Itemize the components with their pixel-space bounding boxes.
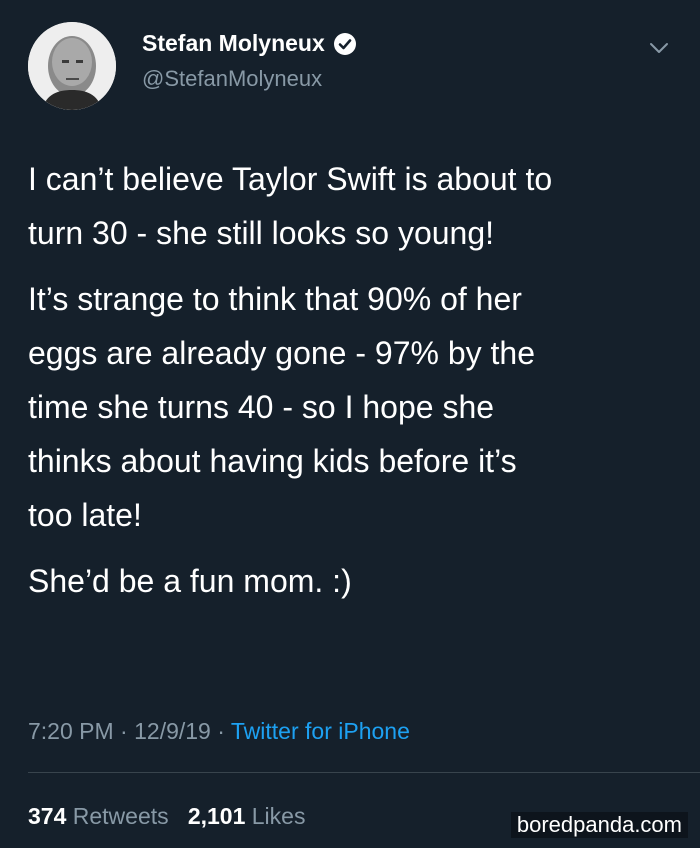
tweet-date[interactable]: 12/9/19 [134, 718, 211, 744]
tweet-time[interactable]: 7:20 PM [28, 718, 114, 744]
meta-separator: · [113, 718, 135, 744]
avatar[interactable] [28, 22, 116, 110]
user-handle[interactable]: @StefanMolyneux [142, 66, 322, 92]
retweets-label: Retweets [72, 803, 169, 829]
tweet-paragraph-1: I can’t believe Taylor Swift is about to… [28, 161, 553, 251]
avatar-image [28, 22, 116, 110]
tweet-stats: 374 Retweets 2,101 Likes [28, 803, 305, 830]
tweet-paragraph-3: She’d be a fun mom. :) [28, 563, 352, 599]
chevron-down-icon[interactable] [648, 40, 670, 56]
tweet-meta: 7:20 PM · 12/9/19 · Twitter for iPhone [28, 718, 410, 745]
likes-stat[interactable]: 2,101 Likes [188, 803, 306, 829]
tweet-source-link[interactable]: Twitter for iPhone [231, 718, 410, 744]
meta-separator: · [210, 718, 231, 744]
retweets-stat[interactable]: 374 Retweets [28, 803, 169, 829]
watermark: boredpanda.com [510, 812, 688, 838]
likes-count: 2,101 [187, 803, 246, 829]
likes-label: Likes [251, 803, 306, 829]
display-name[interactable]: Stefan Molyneux [142, 30, 357, 57]
divider [28, 772, 700, 773]
display-name-text: Stefan Molyneux [142, 30, 325, 56]
tweet-text: I can’t believe Taylor Swift is about to… [28, 152, 668, 620]
tweet: Stefan Molyneux @StefanMolyneux I can’t … [0, 0, 700, 848]
verified-badge-icon [333, 32, 356, 55]
tweet-paragraph-2: It’s strange to think that 90% of her eg… [28, 281, 535, 533]
retweets-count: 374 [28, 803, 67, 829]
